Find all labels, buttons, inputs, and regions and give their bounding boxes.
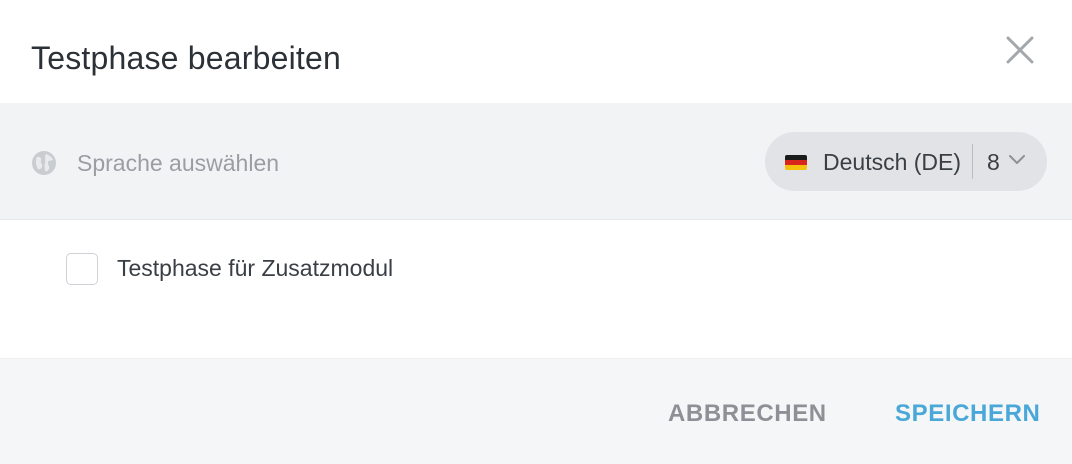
dialog-body: Testphase für Zusatzmodul: [0, 220, 1072, 358]
language-count: 8: [987, 149, 1000, 175]
chevron-down-icon: [1009, 155, 1025, 164]
dialog-header: Testphase bearbeiten: [0, 0, 1072, 103]
edit-trial-dialog: Testphase bearbeiten Sprache auswählen D…: [0, 0, 1072, 464]
language-select[interactable]: Deutsch (DE) 8: [765, 132, 1047, 191]
german-flag-icon: [785, 155, 807, 170]
cancel-button[interactable]: ABBRECHEN: [668, 399, 827, 429]
close-button[interactable]: [1000, 30, 1040, 70]
dialog-title: Testphase bearbeiten: [31, 40, 341, 76]
dialog-footer: ABBRECHEN SPEICHERN: [0, 358, 1072, 464]
trial-addon-checkbox[interactable]: [66, 253, 98, 285]
checkbox-label: Testphase für Zusatzmodul: [117, 255, 394, 281]
save-button[interactable]: SPEICHERN: [895, 399, 1040, 429]
selected-language: Deutsch (DE): [823, 149, 962, 175]
globe-icon: [32, 151, 56, 175]
pill-divider: [972, 144, 973, 179]
language-label: Sprache auswählen: [77, 150, 280, 176]
language-bar: Sprache auswählen Deutsch (DE) 8: [0, 103, 1072, 220]
close-icon: [1006, 36, 1034, 64]
